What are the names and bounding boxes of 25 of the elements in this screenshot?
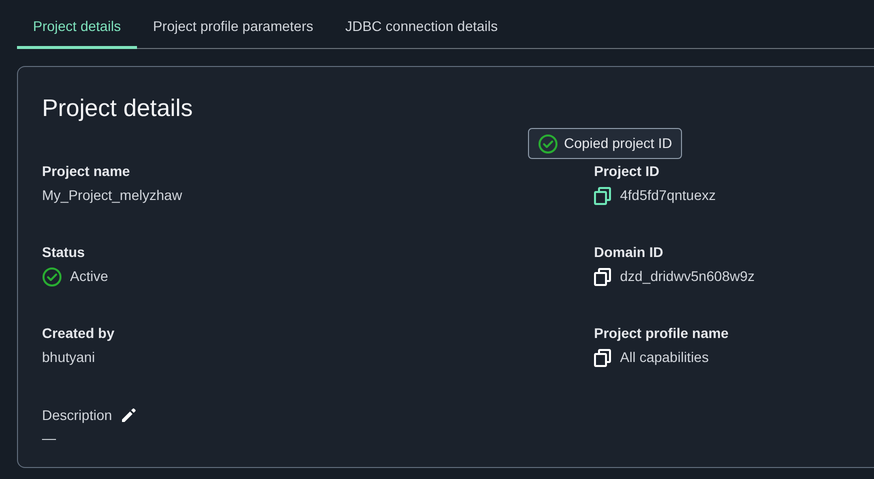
copy-icon[interactable]: [594, 348, 612, 366]
status-text: Active: [70, 267, 108, 286]
copy-icon[interactable]: [594, 186, 612, 204]
field-value: —: [42, 429, 57, 448]
popover-text: Copied project ID: [564, 134, 672, 153]
tab[interactable]: JDBC connection details: [329, 7, 514, 49]
field-value: bhutyani: [42, 348, 96, 367]
card-title: Project details: [42, 94, 194, 124]
field-value: All capabilities: [620, 348, 709, 367]
field-value: My_Project_melyzhaw: [42, 186, 184, 205]
field-label: Project profile name: [594, 324, 730, 343]
copy-icon[interactable]: [594, 268, 612, 286]
success-icon: [42, 266, 62, 286]
field-label: Project name: [42, 162, 131, 181]
field-label: Created by: [42, 324, 116, 343]
field-value: 4fd5fd7qntuexz: [620, 186, 716, 205]
tab[interactable]: Project details: [17, 7, 137, 49]
field-label: Project ID: [594, 162, 660, 181]
field-label: Description: [42, 406, 112, 425]
tab[interactable]: Project profile parameters: [136, 7, 330, 49]
success-icon: [538, 134, 558, 154]
pencil-icon[interactable]: [120, 406, 138, 424]
field-label: Domain ID: [594, 243, 664, 262]
field-value: dzd_dridwv5n608w9z: [620, 267, 755, 286]
field-label: Status: [42, 243, 86, 262]
